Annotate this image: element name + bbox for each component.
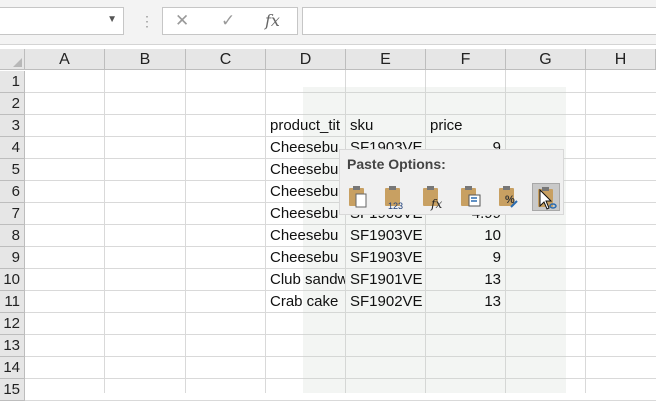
enter-check-icon[interactable]: ✓ bbox=[221, 11, 235, 31]
column-header-B[interactable]: B bbox=[105, 49, 186, 70]
row-header-9[interactable]: 9 bbox=[0, 247, 25, 269]
cell-D3[interactable]: product_tit bbox=[266, 115, 345, 136]
row-header-15[interactable]: 15 bbox=[0, 379, 25, 401]
cell-F3[interactable]: price bbox=[426, 115, 505, 136]
cell-D6[interactable]: Cheesebu bbox=[266, 181, 345, 202]
cell-E8[interactable]: SF1903VE bbox=[346, 225, 425, 246]
row-header-6[interactable]: 6 bbox=[0, 181, 25, 203]
cell-E3[interactable]: sku bbox=[346, 115, 425, 136]
row-header-8[interactable]: 8 bbox=[0, 225, 25, 247]
row-header-3[interactable]: 3 bbox=[0, 115, 25, 137]
paste-values-icon[interactable]: 123 bbox=[380, 183, 408, 211]
cell-F10[interactable]: 13 bbox=[426, 269, 505, 290]
row-header-2[interactable]: 2 bbox=[0, 93, 25, 115]
cell-D7[interactable]: Cheesebu bbox=[266, 203, 345, 224]
row-header-10[interactable]: 10 bbox=[0, 269, 25, 291]
cell-D8[interactable]: Cheesebu bbox=[266, 225, 345, 246]
cancel-icon[interactable]: ✕ bbox=[175, 11, 189, 31]
row-header-13[interactable]: 13 bbox=[0, 335, 25, 357]
svg-text:123: 123 bbox=[388, 201, 403, 211]
row-header-14[interactable]: 14 bbox=[0, 357, 25, 379]
paste-icon[interactable] bbox=[344, 183, 372, 211]
cell-E9[interactable]: SF1903VE bbox=[346, 247, 425, 268]
drag-handle-icon[interactable]: ⋮ bbox=[140, 13, 154, 30]
cell-D10[interactable]: Club sandw bbox=[266, 269, 345, 290]
select-all-triangle-icon bbox=[13, 58, 22, 67]
formula-buttons: ✕ ✓ fx bbox=[162, 7, 298, 35]
row-header-11[interactable]: 11 bbox=[0, 291, 25, 313]
column-header-F[interactable]: F bbox=[426, 49, 506, 70]
row-header-4[interactable]: 4 bbox=[0, 137, 25, 159]
paste-options-title: Paste Options: bbox=[347, 156, 446, 172]
row-header-7[interactable]: 7 bbox=[0, 203, 25, 225]
cell-F8[interactable]: 10 bbox=[426, 225, 505, 246]
formula-input[interactable] bbox=[302, 7, 656, 35]
cell-D9[interactable]: Cheesebu bbox=[266, 247, 345, 268]
column-header-G[interactable]: G bbox=[506, 49, 586, 70]
paste-transpose-icon[interactable] bbox=[456, 183, 484, 211]
name-box[interactable]: ▼ bbox=[0, 7, 124, 35]
paste-options-popup: Paste Options: 123 fx % bbox=[339, 149, 564, 215]
column-header-C[interactable]: C bbox=[186, 49, 266, 70]
cell-F9[interactable]: 9 bbox=[426, 247, 505, 268]
grid-column-line bbox=[185, 70, 186, 393]
cell-F11[interactable]: 13 bbox=[426, 291, 505, 312]
column-header-H[interactable]: H bbox=[586, 49, 656, 70]
paste-link-icon[interactable] bbox=[532, 183, 560, 211]
cell-D11[interactable]: Crab cake bbox=[266, 291, 345, 312]
paste-formatting-icon[interactable]: % bbox=[494, 183, 522, 211]
column-header-D[interactable]: D bbox=[266, 49, 346, 70]
row-header-12[interactable]: 12 bbox=[0, 313, 25, 335]
grid-column-line bbox=[585, 70, 586, 393]
cell-E11[interactable]: SF1902VE bbox=[346, 291, 425, 312]
grid-column-line bbox=[104, 70, 105, 393]
row-header-1[interactable]: 1 bbox=[0, 71, 25, 93]
cell-E10[interactable]: SF1901VE bbox=[346, 269, 425, 290]
column-header-E[interactable]: E bbox=[346, 49, 426, 70]
svg-text:fx: fx bbox=[430, 197, 442, 211]
select-all-button[interactable] bbox=[0, 49, 25, 70]
cell-D5[interactable]: Cheesebu bbox=[266, 159, 345, 180]
cell-D4[interactable]: Cheesebu bbox=[266, 137, 345, 158]
formula-bar-area: ▼ ⋮ ✕ ✓ fx bbox=[0, 0, 656, 45]
row-header-5[interactable]: 5 bbox=[0, 159, 25, 181]
column-header-A[interactable]: A bbox=[25, 49, 105, 70]
insert-function-icon[interactable]: fx bbox=[265, 11, 280, 30]
paste-formulas-icon[interactable]: fx bbox=[418, 183, 446, 211]
chevron-down-icon[interactable]: ▼ bbox=[107, 14, 117, 25]
